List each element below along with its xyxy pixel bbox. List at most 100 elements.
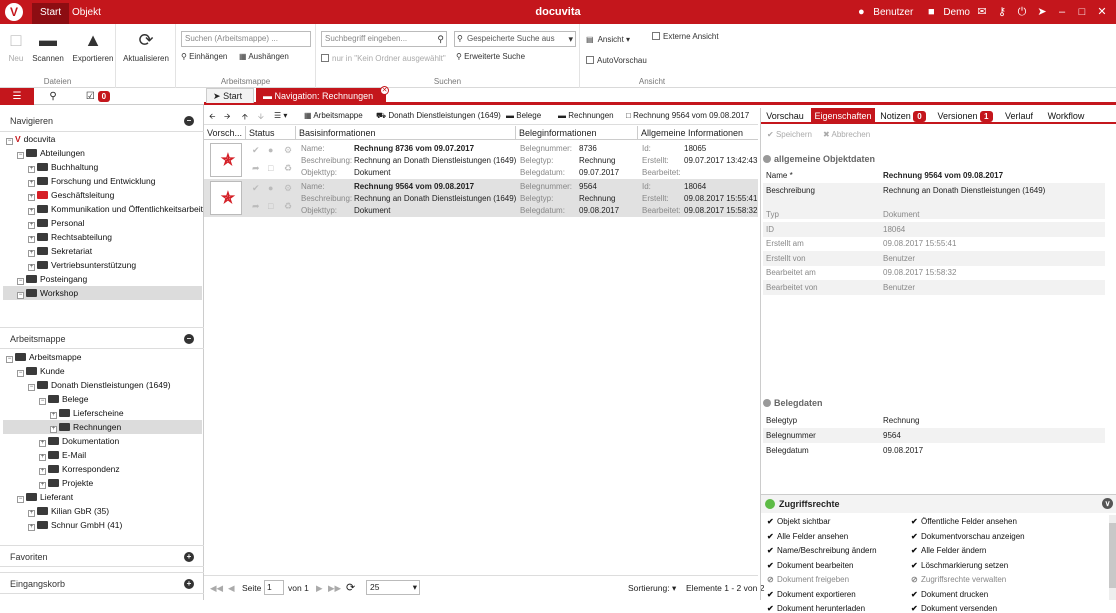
tab-objekt[interactable]: Objekt: [64, 3, 109, 24]
refresh-icon[interactable]: ⟳: [346, 581, 355, 594]
section-navigieren[interactable]: Navigieren –: [0, 110, 204, 132]
column-allgemeine-informationen[interactable]: Allgemeine Informationen: [638, 126, 758, 140]
section-favoriten[interactable]: Favoriten +: [0, 545, 204, 567]
tree-node[interactable]: + Sekretariat: [28, 244, 92, 258]
property-value[interactable]: Rechnung an Donath Dienstleistungen (164…: [883, 183, 1045, 198]
tree-node[interactable]: − Workshop: [17, 286, 78, 300]
expand-icon[interactable]: +: [184, 579, 194, 589]
property-row[interactable]: Name * Rechnung 9564 vom 09.08.2017: [763, 168, 1105, 183]
tab-start-doc[interactable]: ➤ Start: [206, 88, 254, 103]
forward-arrow-icon[interactable]: 🡪: [224, 111, 231, 125]
tab-versionen[interactable]: Versionen 1: [933, 108, 997, 124]
column-beleginformationen[interactable]: Beleginformationen: [516, 126, 638, 140]
section-eingangskorb[interactable]: Eingangskorb +: [0, 572, 204, 594]
table-row[interactable]: ✯ ✔ ● ⚙ ➦ □ ♻ Name: Rechnung 9564 vom 09.08.2017…: [204, 179, 758, 217]
tree-node[interactable]: + Vertriebsunterstützung: [28, 258, 136, 272]
vertical-scrollbar[interactable]: [1109, 515, 1116, 600]
view-dropdown-button[interactable]: ▤ Ansicht ▾: [586, 35, 630, 44]
search-term-input[interactable]: Suchbegriff eingeben... ⚲: [321, 31, 447, 47]
expander-icon[interactable]: +: [28, 510, 35, 517]
docuvita-logo-icon[interactable]: V: [5, 3, 23, 21]
expander-icon[interactable]: +: [50, 426, 57, 433]
expander-icon[interactable]: +: [28, 166, 35, 173]
cancel-button[interactable]: ✖ Abbrechen: [823, 130, 870, 139]
expander-icon[interactable]: −: [17, 292, 24, 299]
tree-node[interactable]: − Vdocuvita: [6, 132, 55, 146]
tree-node[interactable]: + Personal: [28, 216, 85, 230]
tree-node[interactable]: − Belege: [39, 392, 88, 406]
property-value[interactable]: 09.08.2017: [883, 443, 923, 458]
expander-icon[interactable]: +: [28, 524, 35, 531]
expander-icon[interactable]: −: [28, 384, 35, 391]
tree-node[interactable]: + Korrespondenz: [39, 462, 120, 476]
prev-page-icon[interactable]: ◀: [228, 583, 235, 594]
tree-node[interactable]: − Lieferant: [17, 490, 73, 504]
maximize-icon[interactable]: □: [1074, 4, 1090, 20]
expander-icon[interactable]: +: [39, 468, 46, 475]
collapse-icon[interactable]: –: [184, 334, 194, 344]
page-size-select[interactable]: 25 ▾: [366, 580, 420, 595]
tree-node[interactable]: + Projekte: [39, 476, 93, 490]
down-arrow-icon[interactable]: 🡫: [258, 111, 264, 125]
tab-navigation-rechnungen[interactable]: ▬ Navigation: Rechnungen ✕: [256, 86, 389, 103]
tab-search[interactable]: ⚲: [36, 88, 70, 105]
only-folder-checkbox[interactable]: nur in "Kein Ordner ausgewählt": [321, 54, 446, 63]
back-arrow-icon[interactable]: 🡨: [209, 111, 216, 125]
up-arrow-icon[interactable]: 🡩: [242, 111, 248, 125]
expander-icon[interactable]: +: [28, 194, 35, 201]
expander-icon[interactable]: −: [6, 356, 13, 363]
tree-node[interactable]: + Kommunikation und Öffentlichkeitsarbeit: [28, 202, 203, 216]
refresh-button[interactable]: ⟳ Aktualisieren: [120, 28, 172, 63]
next-page-icon[interactable]: ▶: [316, 583, 323, 594]
expander-icon[interactable]: −: [39, 398, 46, 405]
org-name[interactable]: Demo: [943, 7, 970, 18]
tab-workflow[interactable]: Workflow: [1041, 108, 1091, 124]
page-input[interactable]: 1: [264, 580, 284, 595]
tree-node[interactable]: + Geschäftsleitung: [28, 188, 114, 202]
property-value[interactable]: Rechnung 9564 vom 09.08.2017: [883, 168, 1003, 183]
tree-node[interactable]: + Schnur GmbH (41): [28, 518, 122, 532]
expander-icon[interactable]: −: [17, 496, 24, 503]
close-tab-icon[interactable]: ✕: [380, 86, 389, 95]
breadcrumb-item[interactable]: ▬ Rechnungen: [558, 111, 614, 120]
first-page-icon[interactable]: ◀◀: [210, 583, 223, 594]
expander-icon[interactable]: +: [28, 222, 35, 229]
expander-icon[interactable]: +: [28, 208, 35, 215]
tree-node[interactable]: + Rechnungen: [50, 420, 121, 434]
expander-icon[interactable]: −: [17, 152, 24, 159]
external-view-checkbox[interactable]: Externe Ansicht: [652, 32, 719, 41]
expander-icon[interactable]: −: [6, 138, 13, 145]
minimize-icon[interactable]: –: [1054, 4, 1070, 20]
sort-dropdown[interactable]: Sortierung: ▾: [628, 583, 676, 594]
collapse-icon[interactable]: –: [184, 116, 194, 126]
expander-icon[interactable]: −: [17, 370, 24, 377]
tree-node[interactable]: − Abteilungen: [17, 146, 85, 160]
expander-icon[interactable]: +: [28, 264, 35, 271]
property-row[interactable]: Belegnummer 9564: [763, 428, 1105, 443]
document-thumbnail[interactable]: ✯: [210, 181, 242, 215]
chat-icon[interactable]: ✉: [974, 4, 990, 20]
property-value[interactable]: Rechnung: [883, 413, 919, 428]
tab-notizen[interactable]: Notizen 0: [877, 108, 929, 124]
tab-eigenschaften[interactable]: Eigenschaften: [811, 108, 875, 124]
tree-node[interactable]: + Dokumentation: [39, 434, 119, 448]
aushaengen-button[interactable]: ▦ Aushängen: [239, 52, 289, 61]
tree-node[interactable]: + Buchhaltung: [28, 160, 98, 174]
export-button[interactable]: ▲ Exportieren: [70, 28, 116, 63]
column-status[interactable]: Status: [246, 126, 296, 140]
saved-search-select[interactable]: ⚲ Gespeicherte Suche aus ▾: [454, 31, 576, 47]
user-icon[interactable]: ●: [853, 4, 869, 20]
tree-node[interactable]: − Kunde: [17, 364, 65, 378]
tree-node[interactable]: − Posteingang: [17, 272, 87, 286]
extended-search-button[interactable]: ⚲ Erweiterte Suche: [456, 52, 525, 61]
breadcrumb-item[interactable]: ▬ Belege: [506, 111, 541, 120]
expander-icon[interactable]: +: [39, 482, 46, 489]
breadcrumb-item[interactable]: ▦ Arbeitsmappe: [304, 111, 363, 120]
expander-icon[interactable]: −: [17, 278, 24, 285]
tree-node[interactable]: + Lieferscheine: [50, 406, 124, 420]
expand-icon[interactable]: +: [184, 552, 194, 562]
save-button[interactable]: ✔ Speichern: [767, 130, 812, 139]
autopreview-checkbox[interactable]: AutoVorschau: [586, 56, 647, 65]
tree-node[interactable]: − Donath Dienstleistungen (1649): [28, 378, 171, 392]
key-icon[interactable]: ⚷: [994, 4, 1010, 20]
